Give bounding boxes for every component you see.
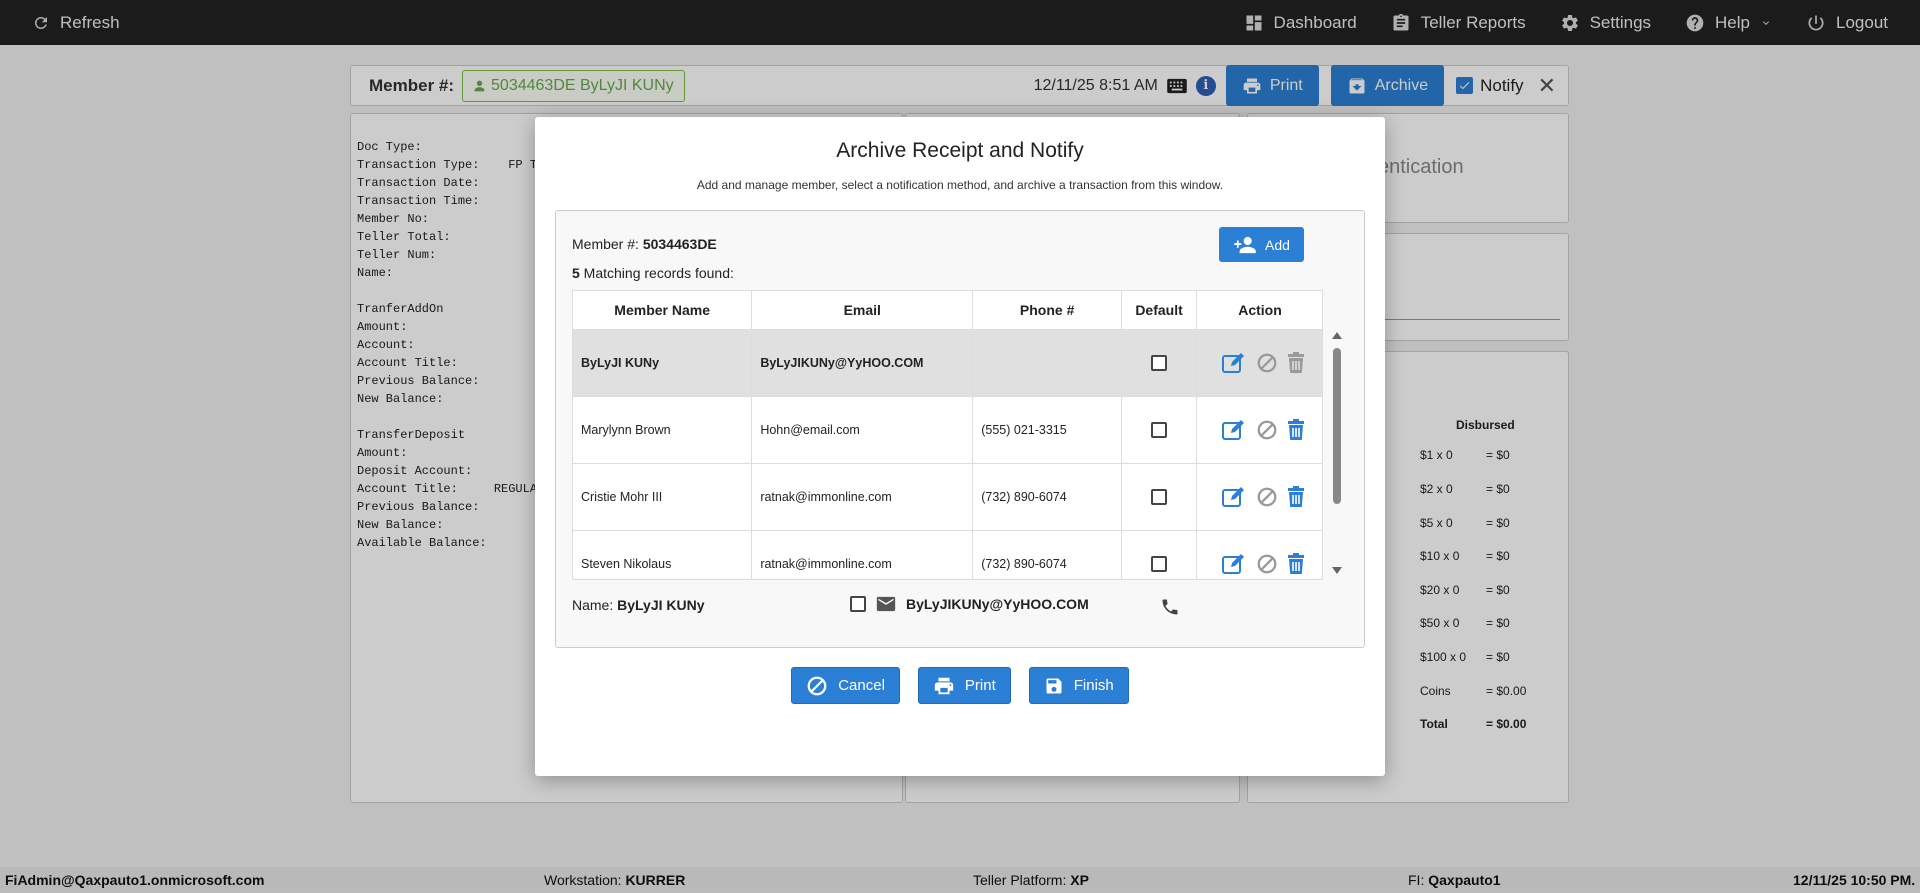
members-table: Member Name Email Phone # Default Action… bbox=[573, 291, 1322, 579]
cell-member-name: Steven Nikolaus bbox=[573, 530, 753, 579]
selected-name: Name: ByLyJI KUNy bbox=[572, 597, 705, 613]
cell-email: ratnak@immonline.com bbox=[751, 463, 974, 531]
matching-count: 5 Matching records found: bbox=[572, 265, 734, 281]
modal-member-number: Member #: 5034463DE bbox=[572, 236, 717, 252]
trash-icon[interactable] bbox=[1286, 418, 1306, 441]
cell-action bbox=[1196, 396, 1322, 464]
default-checkbox[interactable] bbox=[1151, 421, 1168, 438]
cell-member-name: Cristie Mohr III bbox=[573, 463, 753, 531]
add-user-icon bbox=[1234, 236, 1256, 253]
save-icon bbox=[1046, 678, 1062, 693]
cell-phone: (555) 021-3315 bbox=[972, 396, 1123, 464]
cell-default bbox=[1121, 329, 1198, 397]
members-table-container[interactable]: Member Name Email Phone # Default Action… bbox=[572, 290, 1323, 580]
column-header-email[interactable]: Email bbox=[751, 291, 974, 330]
cancel-label: Cancel bbox=[838, 677, 885, 694]
modal-subtitle: Add and manage member, select a notifica… bbox=[696, 178, 1224, 192]
print-label: Print bbox=[964, 677, 996, 694]
column-header-phone[interactable]: Phone # bbox=[972, 291, 1123, 330]
selected-email: ByLyJIKUNy@YyHOO.COM bbox=[906, 596, 1089, 612]
scroll-down-arrow-icon[interactable] bbox=[1332, 567, 1342, 574]
mail-icon bbox=[876, 596, 896, 612]
modal-title: Archive Receipt and Notify bbox=[836, 139, 1084, 162]
table-header-row: Member Name Email Phone # Default Action bbox=[573, 291, 1322, 330]
block-icon[interactable] bbox=[1256, 352, 1278, 374]
cancel-button[interactable]: Cancel bbox=[791, 667, 900, 704]
block-icon[interactable] bbox=[1256, 486, 1278, 508]
cell-default bbox=[1121, 463, 1198, 531]
table-row[interactable]: Marylynn Brown Hohn@email.com (555) 021-… bbox=[573, 396, 1322, 464]
column-header-default[interactable]: Default bbox=[1121, 291, 1198, 330]
member-records-panel: Member #: 5034463DE Add 5 Matching recor… bbox=[555, 210, 1365, 648]
phone-icon[interactable] bbox=[1160, 597, 1180, 617]
table-row[interactable]: Cristie Mohr III ratnak@immonline.com (7… bbox=[573, 463, 1322, 531]
default-checkbox[interactable] bbox=[1151, 555, 1168, 572]
scrollbar-thumb[interactable] bbox=[1333, 348, 1341, 504]
default-checkbox[interactable] bbox=[1151, 354, 1168, 371]
block-icon[interactable] bbox=[1256, 419, 1278, 441]
edit-icon[interactable] bbox=[1222, 553, 1248, 575]
table-row[interactable]: Steven Nikolaus ratnak@immonline.com (73… bbox=[573, 530, 1322, 579]
cell-member-name: ByLyJI KUNy bbox=[573, 329, 753, 397]
trash-icon[interactable] bbox=[1286, 351, 1306, 374]
cell-member-name: Marylynn Brown bbox=[573, 396, 753, 464]
modal-footer: Cancel Print Finish bbox=[535, 667, 1385, 704]
print-button[interactable]: Print bbox=[917, 667, 1011, 704]
cell-phone: (732) 890-6074 bbox=[972, 530, 1123, 579]
email-notify-checkbox[interactable] bbox=[850, 596, 866, 612]
table-scrollbar[interactable] bbox=[1330, 290, 1344, 580]
default-checkbox[interactable] bbox=[1151, 488, 1168, 505]
edit-icon[interactable] bbox=[1222, 352, 1248, 374]
finish-button[interactable]: Finish bbox=[1028, 667, 1129, 704]
cell-email: Hohn@email.com bbox=[751, 396, 974, 464]
finish-label: Finish bbox=[1073, 677, 1114, 694]
edit-icon[interactable] bbox=[1222, 419, 1248, 441]
printer-icon bbox=[934, 677, 954, 694]
cell-action bbox=[1196, 329, 1322, 397]
cell-action bbox=[1196, 463, 1322, 531]
cell-phone bbox=[972, 329, 1123, 397]
selected-email-option: ByLyJIKUNy@YyHOO.COM bbox=[850, 596, 1089, 612]
column-header-action: Action bbox=[1196, 291, 1322, 330]
block-icon[interactable] bbox=[1256, 553, 1278, 575]
cell-default bbox=[1121, 530, 1198, 579]
cell-action bbox=[1196, 530, 1322, 579]
column-header-member-name[interactable]: Member Name bbox=[573, 291, 753, 330]
table-row[interactable]: ByLyJI KUNy ByLyJIKUNy@YyHOO.COM bbox=[573, 329, 1322, 397]
add-member-button[interactable]: Add bbox=[1219, 227, 1304, 262]
trash-icon[interactable] bbox=[1286, 552, 1306, 575]
scroll-up-arrow-icon[interactable] bbox=[1332, 332, 1342, 339]
archive-notify-modal: Archive Receipt and Notify Add and manag… bbox=[535, 117, 1385, 776]
edit-icon[interactable] bbox=[1222, 486, 1248, 508]
cell-phone: (732) 890-6074 bbox=[972, 463, 1123, 531]
trash-icon[interactable] bbox=[1286, 485, 1306, 508]
add-member-label: Add bbox=[1265, 236, 1290, 253]
cell-email: ByLyJIKUNy@YyHOO.COM bbox=[751, 329, 974, 397]
cell-email: ratnak@immonline.com bbox=[751, 530, 974, 579]
cancel-icon bbox=[807, 676, 827, 695]
cell-default bbox=[1121, 396, 1198, 464]
